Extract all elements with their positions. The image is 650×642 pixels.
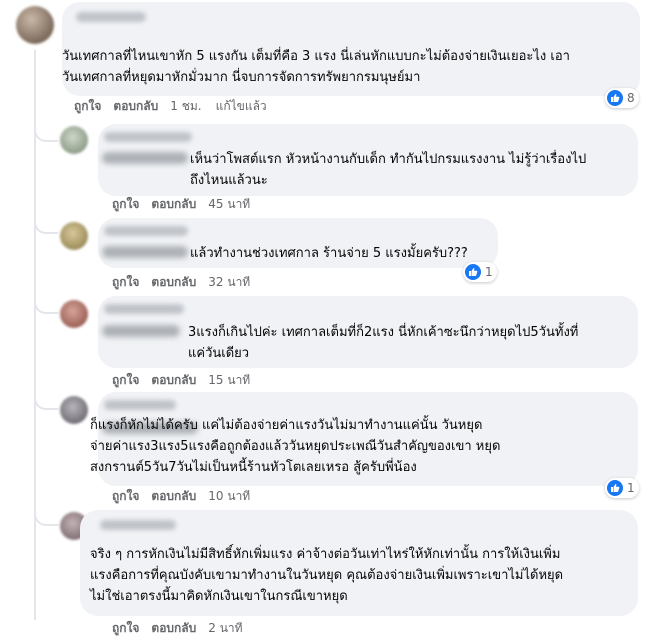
reply-button[interactable]: ตอบกลับ — [151, 620, 196, 636]
thread-branch — [34, 210, 58, 234]
like-button[interactable]: ถูกใจ — [112, 620, 139, 636]
comment-actions: ถูกใจ ตอบกลับ 15 นาที — [112, 372, 264, 388]
reply-button[interactable]: ตอบกลับ — [151, 196, 196, 212]
avatar[interactable] — [60, 222, 88, 250]
tagged-user[interactable] — [102, 152, 188, 164]
edited-label: แก้ไขแล้ว — [215, 99, 267, 113]
reaction-number: 1 — [627, 481, 635, 495]
comment-actions: ถูกใจ ตอบกลับ 2 นาที — [112, 620, 257, 636]
reply-button[interactable]: ตอบกลับ — [113, 98, 158, 114]
comment-text: เห็นว่าโพสต์แรก หัวหน้างานกับเด็ก ทำกันไ… — [190, 152, 587, 188]
like-button[interactable]: ถูกใจ — [112, 196, 139, 212]
comment-actions: ถูกใจ ตอบกลับ 45 นาที — [112, 196, 264, 212]
commenter-name[interactable] — [100, 520, 176, 530]
reaction-number: 8 — [627, 91, 635, 105]
reaction-count[interactable]: 1 — [605, 478, 639, 498]
comment-actions: ถูกใจ ตอบกลับ 1 ชม. แก้ไขแล้ว — [74, 98, 281, 114]
comment-actions: ถูกใจ ตอบกลับ 32 นาที — [112, 274, 264, 290]
reaction-count[interactable]: 8 — [605, 88, 639, 108]
avatar[interactable] — [60, 396, 88, 424]
reply-button[interactable]: ตอบกลับ — [151, 274, 196, 290]
comment-text: จริง ๆ การหักเงินไม่มีสิทธิ์หักเพิ่มแรง … — [90, 547, 564, 604]
thread-branch — [34, 386, 58, 410]
reaction-count[interactable]: 1 — [463, 262, 497, 282]
thread-branch — [34, 502, 58, 526]
avatar[interactable] — [60, 126, 88, 154]
thread-branch — [34, 118, 58, 142]
like-button[interactable]: ถูกใจ — [112, 488, 139, 504]
timestamp[interactable]: 10 นาที — [208, 488, 250, 504]
timestamp[interactable]: 45 นาที — [208, 196, 250, 212]
timestamp[interactable]: 32 นาที — [208, 274, 250, 290]
like-icon — [607, 480, 623, 496]
reply-button[interactable]: ตอบกลับ — [151, 372, 196, 388]
timestamp[interactable]: 2 นาที — [208, 620, 242, 636]
commenter-name[interactable] — [76, 12, 146, 22]
commenter-name[interactable] — [104, 304, 184, 314]
tagged-user[interactable] — [102, 325, 180, 337]
comment-text: 3แรงก็เกินไปค่ะ เทศกาลเต็มที่ก็2แรง นี่ห… — [188, 325, 579, 361]
comment-bubble: วันเทศกาลที่ไหนเขาหัก 5 แรงกัน เต็มที่คื… — [62, 2, 640, 96]
tagged-user[interactable] — [102, 246, 188, 258]
reply-button[interactable]: ตอบกลับ — [151, 488, 196, 504]
thread-branch — [34, 290, 58, 314]
commenter-name[interactable] — [104, 132, 192, 142]
like-icon — [607, 90, 623, 106]
timestamp[interactable]: 1 ชม. — [170, 98, 201, 114]
comment-text: แล้วทำงานช่วงเทศกาล ร้านจ่าย 5 แรงมั้ยคร… — [190, 246, 468, 261]
like-button[interactable]: ถูกใจ — [74, 98, 101, 114]
like-button[interactable]: ถูกใจ — [112, 372, 139, 388]
comment-actions: ถูกใจ ตอบกลับ 10 นาที — [112, 488, 264, 504]
comment-text: ก็แรงก็หักไม่ได้ครับ แค่ไม่ต้องจ่ายค่าแร… — [90, 418, 501, 475]
timestamp[interactable]: 15 นาที — [208, 372, 250, 388]
comment-text: วันเทศกาลที่ไหนเขาหัก 5 แรงกัน เต็มที่คื… — [62, 49, 570, 85]
avatar[interactable] — [60, 300, 88, 328]
avatar[interactable] — [16, 6, 54, 44]
like-icon — [465, 264, 481, 280]
like-button[interactable]: ถูกใจ — [112, 274, 139, 290]
commenter-name[interactable] — [104, 400, 176, 410]
reaction-number: 1 — [485, 265, 493, 279]
commenter-name[interactable] — [104, 226, 188, 236]
